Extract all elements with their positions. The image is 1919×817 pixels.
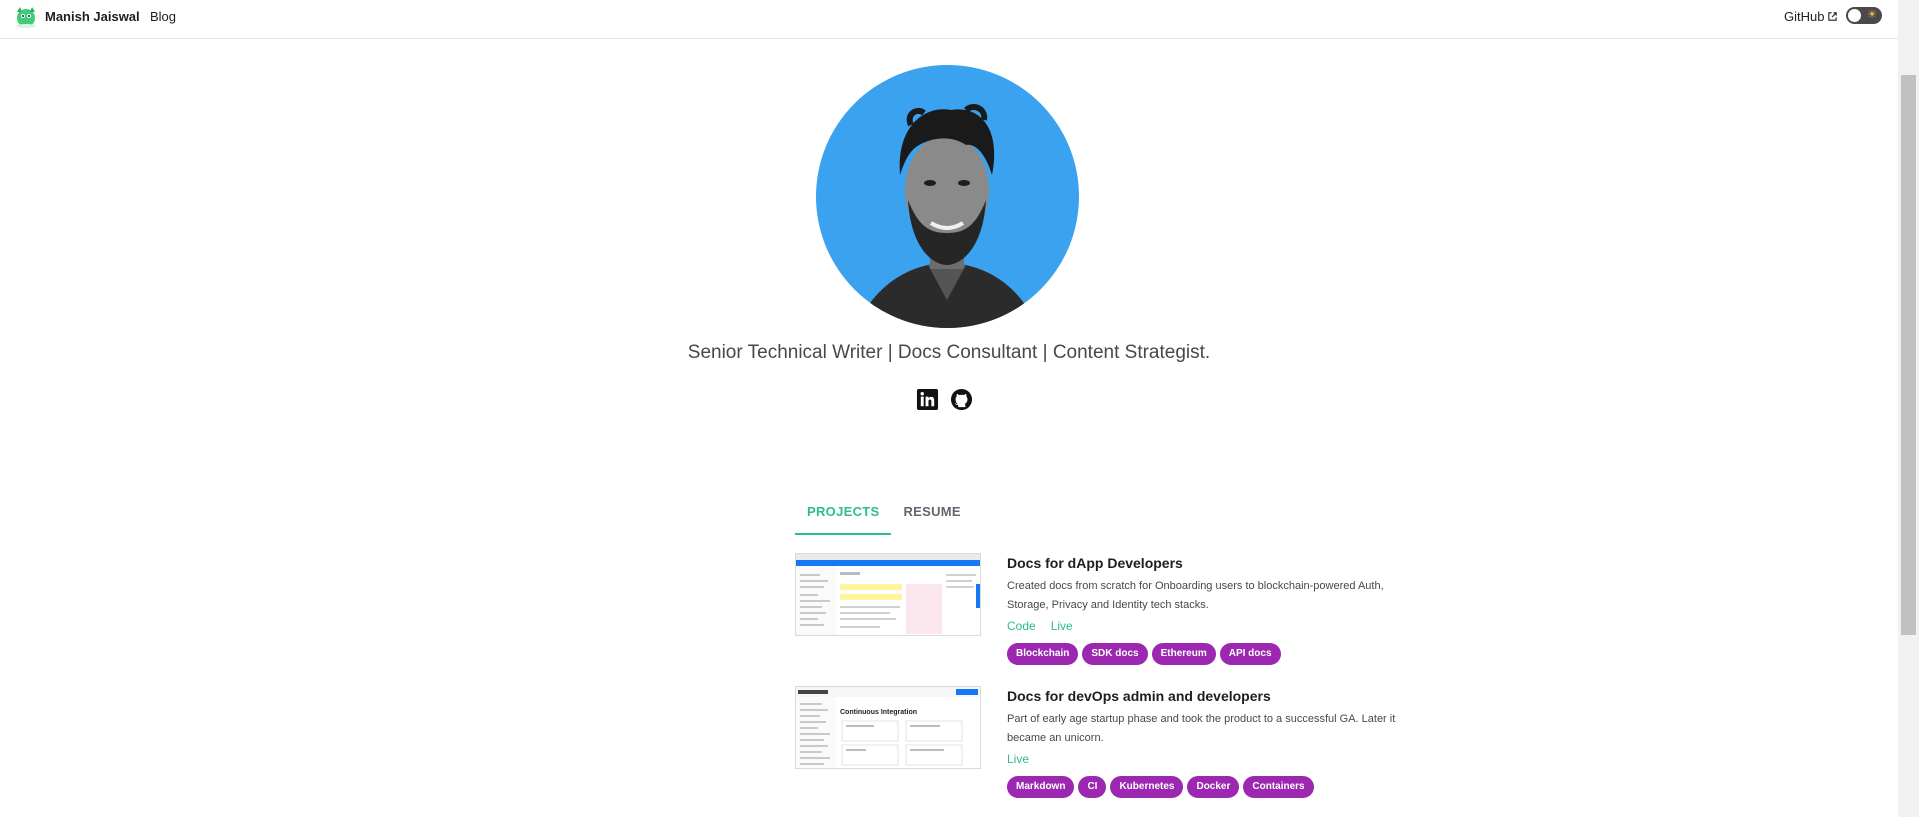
github-link[interactable] [950,388,973,411]
project-thumbnail[interactable] [795,553,981,636]
project-tags: Blockchain SDK docs Ethereum API docs [1007,643,1427,665]
project-description: Part of early age startup phase and took… [1007,713,1396,744]
project-title: Docs for dApp Developers [1007,555,1183,571]
tab-resume[interactable]: RESUME [891,498,972,535]
nav-github-link[interactable]: GitHub [1784,9,1838,24]
nav-github-label: GitHub [1784,9,1825,24]
project-links: Code Live [1007,619,1427,633]
nav-blog-link[interactable]: Blog [150,9,176,24]
project-description: Created docs from scratch for Onboarding… [1007,580,1384,611]
svg-text:Continuous Integration: Continuous Integration [840,709,917,716]
social-links [916,388,973,411]
linkedin-link[interactable] [916,388,939,411]
linkedin-icon [916,388,939,411]
tag-badge[interactable]: Docker [1187,776,1240,798]
brand-title: Manish Jaiswal [45,8,140,24]
hero-tagline: Senior Technical Writer | Docs Consultan… [687,342,1211,363]
tag-badge[interactable]: Ethereum [1151,643,1216,665]
project-title: Docs for devOps admin and developers [1007,688,1271,704]
project-info: Docs for dApp Developers Created docs fr… [1007,553,1427,665]
scrollbar[interactable] [1898,0,1919,817]
tag-badge[interactable]: Containers [1243,776,1314,798]
tab-bar: PROJECTS RESUME [795,498,973,535]
project-links: Live [1007,752,1427,766]
project-thumbnail[interactable]: Continuous Integration [795,686,981,769]
profile-avatar [816,65,1079,328]
brand-link[interactable]: Manish Jaiswal [13,4,140,28]
profile-photo [856,104,1038,328]
project-info: Docs for devOps admin and developers Par… [1007,686,1427,798]
navbar: Manish Jaiswal Blog GitHub ☀ [0,0,1898,39]
project-live-link[interactable]: Live [1007,752,1029,766]
scrollbar-thumb[interactable] [1901,75,1916,635]
theme-toggle[interactable]: ☀ [1846,7,1882,24]
github-icon [950,388,973,411]
project-code-link[interactable]: Code [1007,619,1036,633]
tag-badge[interactable]: Blockchain [1007,643,1079,665]
tag-badge[interactable]: API docs [1219,643,1281,665]
logo-icon [16,7,36,28]
tag-badge[interactable]: Kubernetes [1110,776,1184,798]
sun-icon: ☀ [1867,9,1877,21]
tag-badge[interactable]: Markdown [1007,776,1075,798]
project-tags: Markdown CI Kubernetes Docker Containers [1007,776,1427,798]
project-live-link[interactable]: Live [1051,619,1073,633]
tab-projects[interactable]: PROJECTS [795,498,892,535]
external-link-icon [1828,12,1838,21]
toggle-knob [1848,9,1861,22]
tag-badge[interactable]: SDK docs [1082,643,1148,665]
tag-badge[interactable]: CI [1078,776,1107,798]
